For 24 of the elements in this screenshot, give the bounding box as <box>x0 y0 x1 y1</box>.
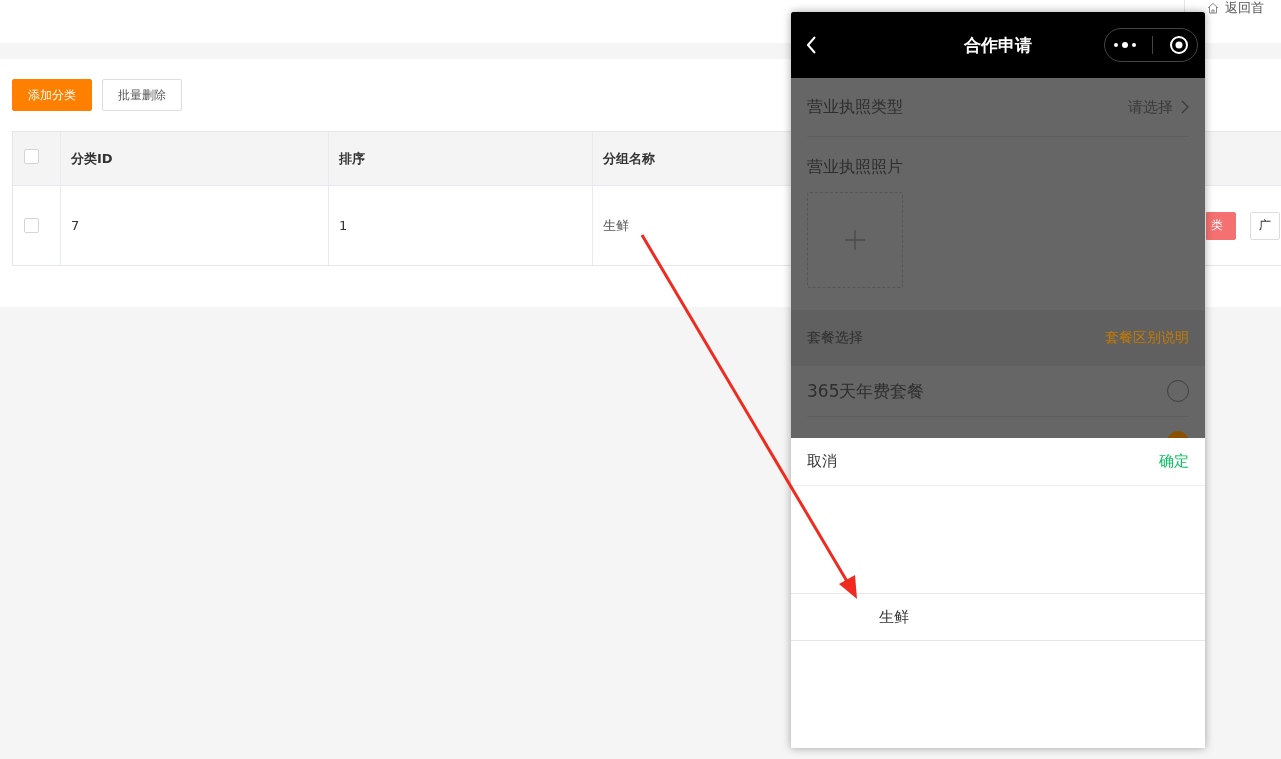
field-label: 营业执照照片 <box>807 157 903 176</box>
toolbar-button[interactable]: 批量删除 <box>102 79 182 111</box>
plan-option[interactable]: 365天年费套餐 <box>807 379 925 403</box>
home-icon <box>1207 2 1219 14</box>
table-cell: 1 <box>329 185 593 265</box>
page-title: 合作申请 <box>963 33 1033 57</box>
select-all-checkbox[interactable] <box>24 149 39 164</box>
cancel-button[interactable]: 取消 <box>807 452 837 471</box>
row-checkbox[interactable] <box>24 218 39 233</box>
picker-option[interactable]: 生鲜 <box>791 593 1205 641</box>
close-target-icon[interactable] <box>1169 35 1190 55</box>
column-header: 排序 <box>329 132 593 185</box>
plan-info-link[interactable]: 套餐区别说明 <box>1105 329 1189 347</box>
table-cell: 7 <box>61 185 329 265</box>
chevron-icon <box>1181 100 1189 114</box>
action-button[interactable]: 类 <box>1206 211 1236 240</box>
action-button[interactable]: 广 <box>1250 211 1280 240</box>
more-icon[interactable] <box>1112 41 1137 49</box>
back-icon[interactable] <box>807 36 817 54</box>
column-header: 分类ID <box>61 132 329 185</box>
toolbar-button[interactable]: 添加分类 <box>12 79 92 111</box>
plus-icon <box>845 230 865 250</box>
confirm-button[interactable]: 确定 <box>1159 452 1189 471</box>
field-label: 营业执照类型 <box>807 96 903 118</box>
